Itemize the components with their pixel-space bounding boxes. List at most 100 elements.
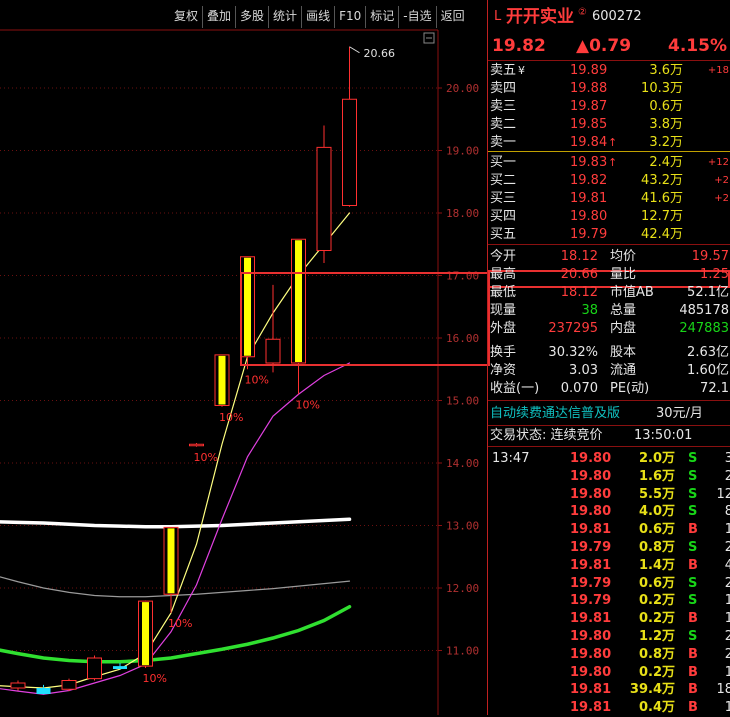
- tick-count: 12: [716, 486, 730, 502]
- tick-count: 18: [716, 682, 730, 698]
- y-tick-label: 19.00: [446, 145, 479, 158]
- tick-count: 2: [724, 646, 730, 662]
- candle-limit-fill: [167, 528, 175, 594]
- tick-row[interactable]: 19.81 0.2万 B 1: [488, 610, 730, 628]
- stat-value: 1.60亿: [687, 363, 729, 378]
- tick-side: B: [688, 664, 698, 680]
- toolbar-item-3[interactable]: 统计: [269, 6, 303, 28]
- promo-row[interactable]: 自动续费通达信普及版 30元/月: [488, 405, 730, 423]
- stat-key: 净资: [490, 363, 517, 378]
- y-tick-label: 12.00: [446, 582, 479, 595]
- stat-value: 3.03: [569, 363, 598, 378]
- toolbar-item-7[interactable]: -自选: [399, 6, 437, 28]
- tick-row[interactable]: 19.79 0.6万 S 2: [488, 575, 730, 593]
- tick-row[interactable]: 19.81 0.6万 B 1: [488, 521, 730, 539]
- stats-row: 现量 38 总量 485178: [488, 302, 730, 320]
- y-tick-label: 13.00: [446, 520, 479, 533]
- sell-row[interactable]: 卖三 19.87 0.6万: [488, 98, 730, 116]
- tick-price: 19.80: [570, 504, 612, 520]
- buy-row[interactable]: 买二 19.82 43.2万 +2: [488, 172, 730, 190]
- tick-price: 19.81: [570, 700, 612, 716]
- sell-price: 19.88: [570, 81, 608, 96]
- trade-status-time: 13:50:01: [634, 428, 693, 443]
- tick-price: 19.79: [570, 593, 612, 609]
- tick-price: 19.80: [570, 451, 612, 466]
- stat-value: 19.57: [691, 249, 729, 264]
- buy-row[interactable]: 买四 19.80 12.7万: [488, 208, 730, 226]
- tick-side: B: [688, 700, 698, 716]
- stock-code: 600272: [592, 9, 642, 24]
- toolbar-item-8[interactable]: 返回: [437, 6, 469, 28]
- toolbar-item-0[interactable]: 复权: [170, 6, 204, 28]
- sell-row[interactable]: 卖一 19.84 ↑ 3.2万: [488, 134, 730, 152]
- tick-volume: 1.2万: [638, 629, 675, 644]
- tick-row[interactable]: 19.80 0.8万 B 2: [488, 646, 730, 664]
- buy-row[interactable]: 买五 19.79 42.4万: [488, 226, 730, 244]
- toolbar-item-5[interactable]: F10: [335, 6, 367, 28]
- sell-volume: 10.3万: [641, 81, 683, 96]
- stat-key: 收益(一): [490, 381, 540, 396]
- stat-key: 现量: [490, 303, 517, 318]
- toolbar-item-2[interactable]: 多股: [236, 6, 270, 28]
- buy-row[interactable]: 买三 19.81 41.6万 +2: [488, 190, 730, 208]
- buy-label: 买一: [490, 155, 517, 170]
- stat-value: 485178: [679, 303, 729, 318]
- sell-row[interactable]: 卖二 19.85 3.8万: [488, 116, 730, 134]
- tick-row[interactable]: 19.80 5.5万 S 12: [488, 486, 730, 504]
- toolbar-item-4[interactable]: 画线: [302, 6, 336, 28]
- tick-side: B: [688, 557, 698, 573]
- y-tick-label: 20.00: [446, 82, 479, 95]
- buy-row[interactable]: 买一 19.83 ↑ 2.4万 +12: [488, 154, 730, 172]
- stock-header[interactable]: L 开开实业 ② 600272: [488, 7, 730, 30]
- tick-row[interactable]: 13:47 19.80 2.0万 S 3: [488, 450, 730, 468]
- sell-delta: +18: [707, 65, 729, 76]
- stat-key: 内盘: [610, 321, 637, 336]
- promo-text[interactable]: 自动续费通达信普及版: [490, 405, 620, 423]
- sell-row[interactable]: 卖五 ¥19.89 3.6万 +18: [488, 62, 730, 80]
- highlight-box-chart: [240, 272, 490, 366]
- sell-mark: ¥: [518, 64, 525, 77]
- candle-body: [113, 666, 127, 669]
- tick-price: 19.80: [570, 468, 612, 484]
- buy-price: 19.82: [570, 173, 608, 188]
- tick-count: 1: [724, 522, 730, 538]
- stat-value: 38: [581, 303, 598, 318]
- tick-row[interactable]: 19.80 1.2万 S 2: [488, 628, 730, 646]
- stock-superscript: ②: [578, 7, 587, 18]
- tick-side: B: [688, 682, 698, 698]
- tick-volume: 1.6万: [638, 468, 675, 484]
- tick-volume: 0.4万: [638, 700, 675, 716]
- tick-volume: 0.2万: [638, 664, 675, 680]
- sell-volume: 3.6万: [649, 63, 683, 78]
- tick-count: 1: [724, 700, 730, 716]
- buy-label: 买二: [490, 173, 517, 188]
- tick-row[interactable]: 19.81 39.4万 B 18: [488, 681, 730, 699]
- tick-row[interactable]: 19.79 0.2万 S 1: [488, 592, 730, 610]
- tick-volume: 0.8万: [638, 646, 675, 662]
- tick-count: 2: [724, 540, 730, 555]
- buy-delta: +2: [714, 193, 729, 204]
- tick-row[interactable]: 19.80 0.2万 B 1: [488, 664, 730, 682]
- limit-up-label: 10%: [245, 373, 269, 386]
- tick-count: 1: [724, 593, 730, 609]
- tick-row[interactable]: 19.81 0.4万 B 1: [488, 699, 730, 717]
- candle-limit-fill: [142, 602, 149, 666]
- buy-label: 买四: [490, 209, 517, 224]
- tick-price: 19.81: [570, 522, 612, 538]
- toolbar-item-1[interactable]: 叠加: [203, 6, 237, 28]
- promo-price: 30元/月: [656, 406, 703, 421]
- stock-tag: L: [494, 9, 502, 24]
- tick-row[interactable]: 19.81 1.4万 B 4: [488, 557, 730, 575]
- toolbar-item-6[interactable]: 标记: [366, 6, 400, 28]
- sell-label: 卖二: [490, 117, 517, 132]
- tick-side: S: [688, 575, 698, 591]
- tick-count: 8: [724, 504, 730, 520]
- tick-side: B: [688, 522, 698, 538]
- tick-row[interactable]: 19.79 0.8万 S 2: [488, 539, 730, 557]
- tick-row[interactable]: 19.80 4.0万 S 8: [488, 503, 730, 521]
- tick-count: 1: [724, 611, 730, 627]
- tick-row[interactable]: 19.80 1.6万 S 2: [488, 468, 730, 486]
- tick-volume: 5.5万: [638, 486, 675, 502]
- y-tick-label: 11.00: [446, 645, 479, 658]
- sell-row[interactable]: 卖四 19.88 10.3万: [488, 80, 730, 98]
